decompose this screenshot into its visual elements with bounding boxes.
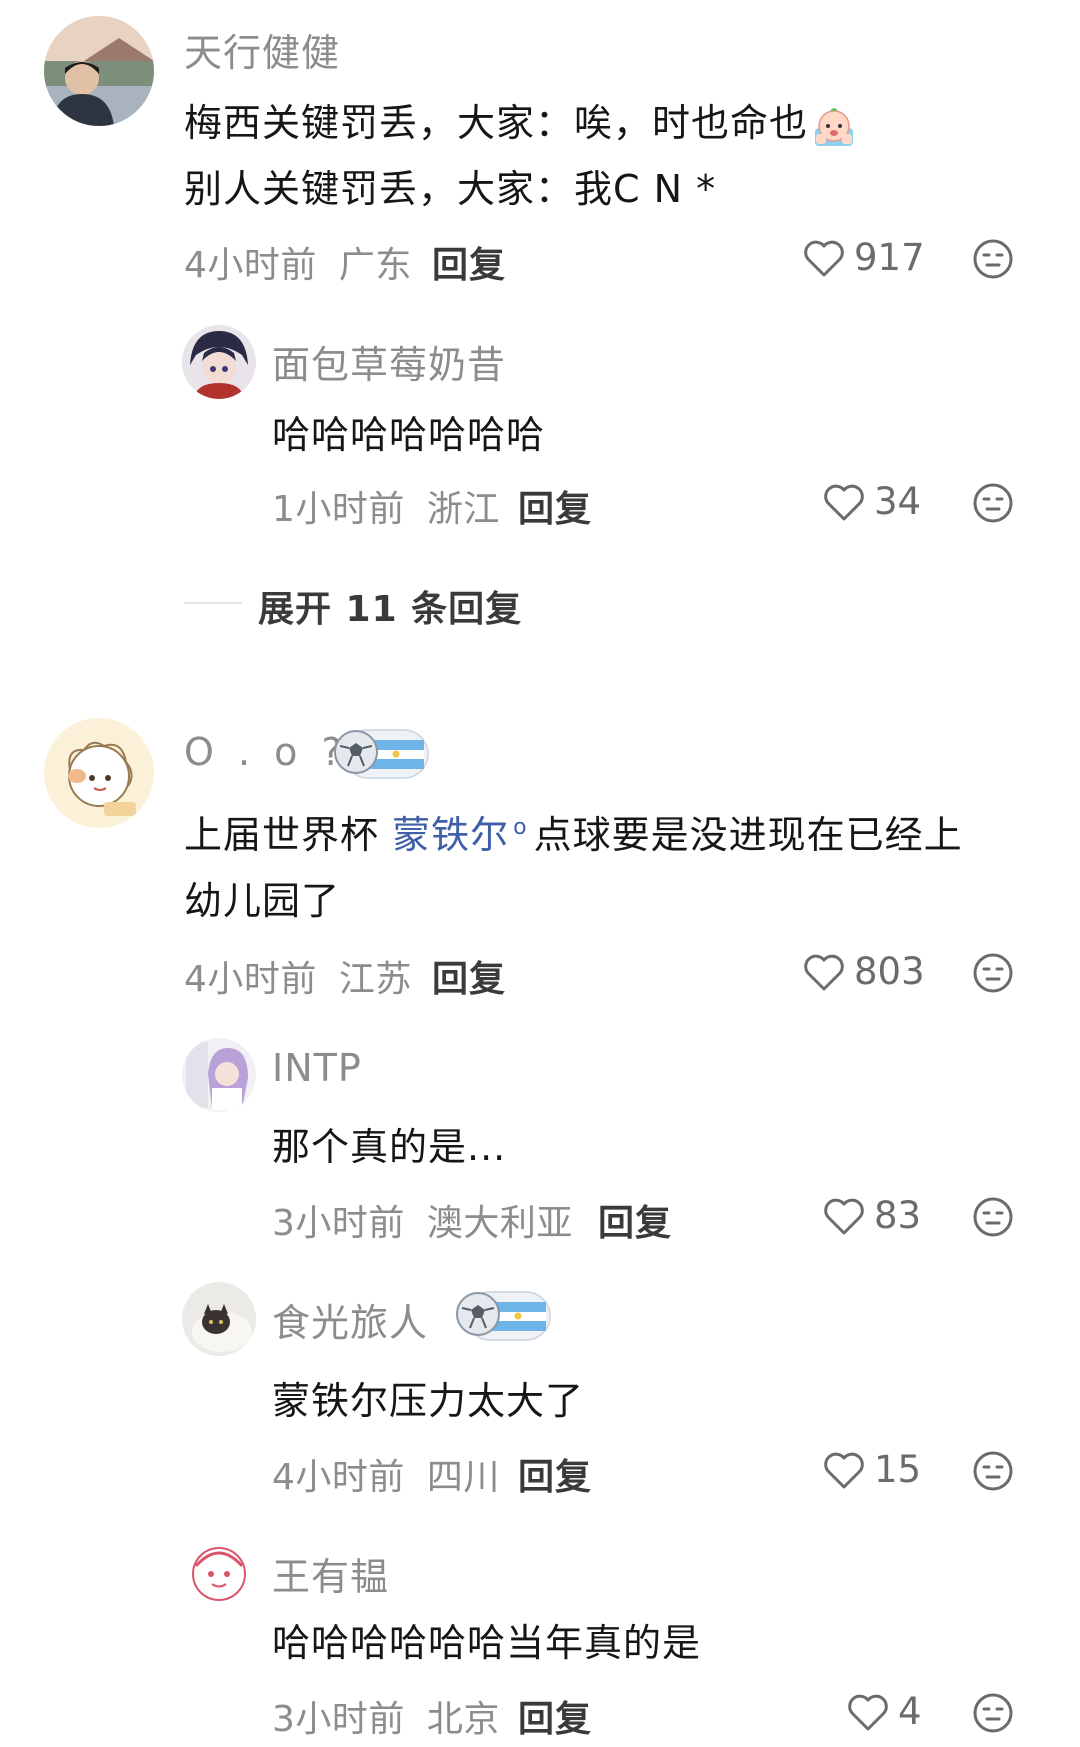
like-button[interactable]: 34 <box>822 480 921 523</box>
like-count: 15 <box>874 1448 922 1491</box>
comment-time: 4小时前 广东 <box>184 236 412 288</box>
comment-text-line: 梅西关键罚丢，大家：唉，时也命也 <box>184 101 809 145</box>
face-icon <box>973 239 1013 279</box>
heart-icon <box>802 238 846 278</box>
face-icon <box>973 953 1013 993</box>
reply-time: 4小时前 四川 <box>272 1448 500 1500</box>
argentina-football-badge-icon <box>330 724 432 784</box>
avatar[interactable] <box>182 1536 256 1610</box>
comment-time-label: 4小时前 <box>184 959 317 1000</box>
face-icon <box>973 1451 1013 1491</box>
reply-time-label: 4小时前 <box>272 1457 405 1498</box>
reply-location: 四川 <box>426 1457 500 1498</box>
comment-time: 4小时前 江苏 <box>184 950 412 1002</box>
like-button[interactable]: 917 <box>802 236 925 279</box>
emoji-react-button[interactable] <box>972 1196 1014 1238</box>
comment-text-post: 点球要是没进现在已经上 <box>533 813 963 857</box>
face-icon <box>973 483 1013 523</box>
reply-text: 蒙铁尔压力太大了 <box>272 1379 585 1423</box>
like-count: 83 <box>874 1194 922 1237</box>
reply-text: 哈哈哈哈哈哈哈 <box>272 413 546 457</box>
mention-link[interactable]: 蒙铁尔 <box>392 813 509 857</box>
reply-time-label: 3小时前 <box>272 1203 405 1244</box>
face-icon <box>973 1197 1013 1237</box>
reply-button[interactable]: 回复 <box>432 236 506 288</box>
expand-replies-button[interactable]: 展开 11 条回复 <box>258 580 522 632</box>
avatar[interactable] <box>44 718 154 828</box>
reply-text: 哈哈哈哈哈哈当年真的是 <box>272 1621 702 1665</box>
like-count: 34 <box>874 480 922 523</box>
reply-time-label: 1小时前 <box>272 489 405 530</box>
avatar[interactable] <box>182 1282 256 1356</box>
heart-icon <box>822 1196 866 1236</box>
face-icon <box>973 1693 1013 1733</box>
comment-username[interactable]: O . o ? <box>184 730 348 774</box>
reply-username[interactable]: 食光旅人 <box>272 1292 428 1347</box>
comment-text-pre: 上届世界杯 <box>184 813 393 857</box>
avatar[interactable] <box>182 1038 256 1112</box>
reply-username[interactable]: INTP <box>272 1046 362 1090</box>
heart-icon <box>846 1692 890 1732</box>
like-button[interactable]: 803 <box>802 950 925 993</box>
reply-button[interactable]: 回复 <box>432 950 506 1002</box>
crying-face-emoji-icon <box>810 102 858 150</box>
comment-time-label: 4小时前 <box>184 245 317 286</box>
heart-icon <box>802 952 846 992</box>
comment-text-line: 别人关键罚丢，大家：我C N * <box>184 167 717 211</box>
like-count: 4 <box>898 1690 922 1733</box>
emoji-react-button[interactable] <box>972 1692 1014 1734</box>
reply-button[interactable]: 回复 <box>598 1194 672 1246</box>
comment-text: 上届世界杯 蒙铁尔 o 点球要是没进现在已经上 <box>184 804 963 859</box>
reply-username[interactable]: 面包草莓奶昔 <box>272 334 506 389</box>
reply-button[interactable]: 回复 <box>518 1690 592 1742</box>
reply-location: 澳大利亚 <box>426 1203 573 1244</box>
reply-button[interactable]: 回复 <box>518 1448 592 1500</box>
reply-time: 3小时前 澳大利亚 <box>272 1194 573 1246</box>
reply-time: 1小时前 浙江 <box>272 480 500 532</box>
emoji-react-button[interactable] <box>972 952 1014 994</box>
comment-text-line: 幼儿园了 <box>184 879 341 923</box>
avatar[interactable] <box>182 325 256 399</box>
like-button[interactable]: 83 <box>822 1194 921 1237</box>
search-icon[interactable]: o <box>513 815 527 840</box>
emoji-react-button[interactable] <box>972 482 1014 524</box>
comment-location: 江苏 <box>338 959 412 1000</box>
heart-icon <box>822 482 866 522</box>
expand-divider <box>184 602 242 604</box>
comment-location: 广东 <box>338 245 412 286</box>
like-count: 803 <box>854 950 925 993</box>
comment-username[interactable]: 天行健健 <box>184 22 340 77</box>
reply-time: 3小时前 北京 <box>272 1690 500 1742</box>
reply-location: 北京 <box>426 1699 500 1740</box>
reply-location: 浙江 <box>426 489 500 530</box>
comment-text: 梅西关键罚丢，大家：唉，时也命也 <box>184 92 858 150</box>
heart-icon <box>822 1450 866 1490</box>
reply-time-label: 3小时前 <box>272 1699 405 1740</box>
like-button[interactable]: 4 <box>846 1690 922 1733</box>
reply-username[interactable]: 王有韫 <box>272 1546 389 1601</box>
like-count: 917 <box>854 236 925 279</box>
argentina-football-badge-icon <box>452 1286 554 1346</box>
like-button[interactable]: 15 <box>822 1448 921 1491</box>
emoji-react-button[interactable] <box>972 238 1014 280</box>
emoji-react-button[interactable] <box>972 1450 1014 1492</box>
avatar[interactable] <box>44 16 154 126</box>
reply-text: 那个真的是... <box>272 1125 507 1169</box>
reply-button[interactable]: 回复 <box>518 480 592 532</box>
